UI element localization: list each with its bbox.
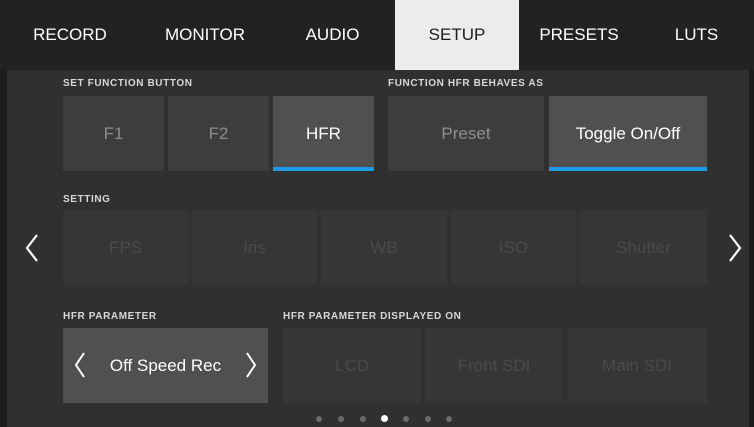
function-behaves-as-label: FUNCTION HFR BEHAVES AS	[388, 78, 544, 89]
setting-iso: ISO	[451, 210, 576, 285]
setting-label: SETTING	[63, 194, 111, 205]
page-dot[interactable]	[338, 416, 344, 422]
tab-setup[interactable]: SETUP	[395, 0, 519, 70]
page-dot[interactable]	[446, 416, 452, 422]
page-dot[interactable]	[360, 416, 366, 422]
setting-wb: WB	[321, 210, 447, 285]
tab-presets[interactable]: PRESETS	[519, 0, 639, 70]
display-front-sdi: Front SDI	[425, 328, 563, 403]
chevron-right-icon[interactable]	[244, 350, 258, 385]
page-dot[interactable]	[316, 416, 322, 422]
display-lcd: LCD	[283, 328, 421, 403]
selected-underline	[273, 167, 374, 171]
display-main-sdi: Main SDI	[567, 328, 707, 403]
preset-button[interactable]: Preset	[388, 96, 544, 171]
setting-fps: FPS	[63, 210, 188, 285]
page-dot[interactable]	[425, 416, 431, 422]
tab-bar: RECORD MONITOR AUDIO SETUP PRESETS LUTS	[0, 0, 754, 70]
chevron-right-icon[interactable]	[727, 233, 743, 268]
tab-luts[interactable]: LUTS	[639, 0, 754, 70]
tab-audio[interactable]: AUDIO	[270, 0, 395, 70]
hfr-button[interactable]: HFR	[273, 96, 374, 171]
page-dot[interactable]	[403, 416, 409, 422]
tab-monitor[interactable]: MONITOR	[140, 0, 270, 70]
hfr-parameter-label: HFR PARAMETER	[63, 311, 157, 322]
f1-button[interactable]: F1	[63, 96, 164, 171]
chevron-left-icon[interactable]	[24, 233, 40, 268]
hfr-displayed-on-label: HFR PARAMETER DISPLAYED ON	[283, 311, 462, 322]
f2-button[interactable]: F2	[168, 96, 269, 171]
hfr-parameter-selector[interactable]: Off Speed Rec	[63, 328, 268, 403]
tab-record[interactable]: RECORD	[0, 0, 140, 70]
setting-shutter: Shutter	[580, 210, 707, 285]
page-dot-active[interactable]	[381, 415, 388, 422]
setting-iris: Iris	[192, 210, 317, 285]
selected-underline	[549, 167, 707, 171]
set-function-button-label: SET FUNCTION BUTTON	[63, 78, 193, 89]
hfr-parameter-value: Off Speed Rec	[109, 356, 222, 375]
toggle-button[interactable]: Toggle On/Off	[549, 96, 707, 171]
